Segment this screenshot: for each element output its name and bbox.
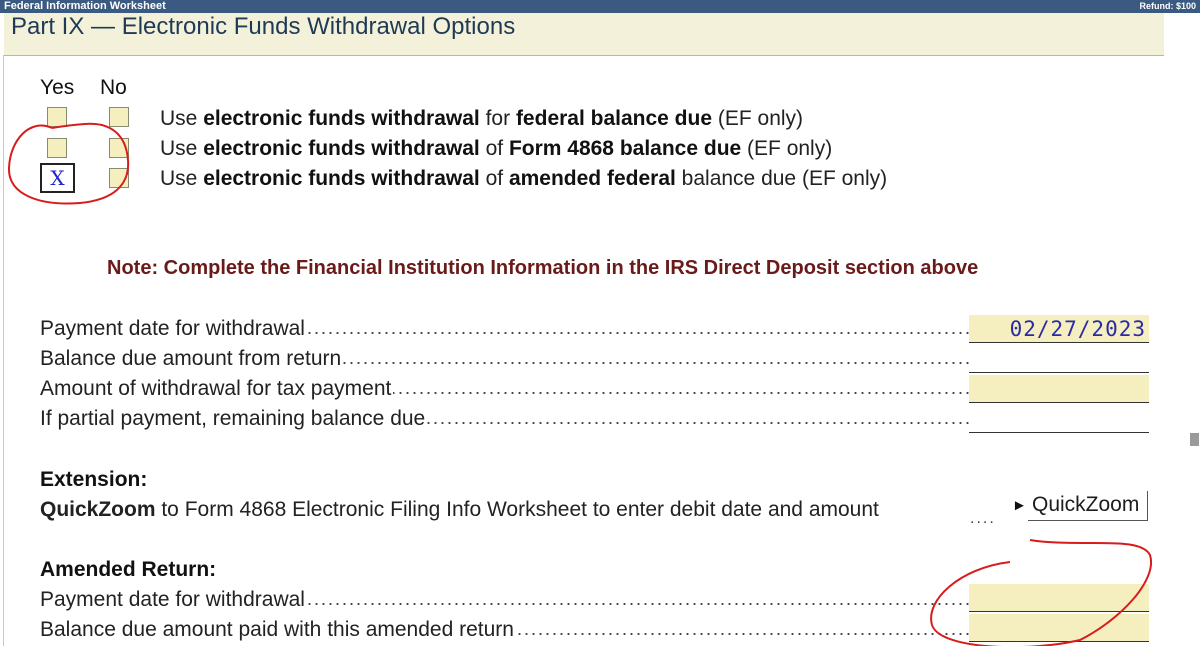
refund-amount: Refund: $100 — [1139, 1, 1196, 11]
payment-date-input[interactable]: 02/27/2023 — [969, 315, 1149, 343]
payment-date-row: Payment date for withdrawal — [40, 317, 970, 345]
window-title: Federal Information Worksheet — [4, 0, 166, 12]
option-text-bold: electronic funds withdrawal — [203, 107, 480, 130]
withdrawal-amount-input[interactable] — [969, 375, 1149, 403]
part-title: Part IX — Electronic Funds Withdrawal Op… — [11, 13, 516, 40]
option-text: Use — [160, 137, 204, 160]
field-label: Amount of withdrawal for tax payment — [40, 377, 394, 400]
option-text: for — [479, 107, 516, 130]
option-1-label: Use electronic funds withdrawal for fede… — [160, 107, 803, 131]
scrollbar-thumb[interactable] — [1190, 433, 1199, 446]
option-2-label: Use electronic funds withdrawal of Form … — [160, 137, 832, 161]
balance-due-row: Balance due amount from return — [40, 347, 970, 375]
field-label: Payment date for withdrawal — [40, 588, 307, 611]
option-text: (EF only) — [712, 107, 804, 130]
field-label: Balance due amount paid with this amende… — [40, 618, 516, 641]
option-text-bold: Form 4868 balance due — [508, 137, 742, 160]
quickzoom-text: to Form 4868 Electronic Filing Info Work… — [155, 498, 879, 521]
amended-balance-row: Balance due amount paid with this amende… — [40, 618, 970, 646]
quickzoom-button[interactable]: QuickZoom — [1028, 491, 1148, 521]
option-text: of — [479, 137, 509, 160]
amended-balance-input[interactable] — [969, 614, 1149, 642]
yes-column-header: Yes — [40, 76, 75, 99]
amended-payment-date-input[interactable] — [969, 584, 1149, 612]
quickzoom-description: QuickZoom to Form 4868 Electronic Filing… — [40, 498, 879, 522]
quickzoom-leader: .... — [970, 510, 996, 527]
option-text-bold: amended federal — [508, 167, 676, 190]
option-3-label: Use electronic funds withdrawal of amend… — [160, 167, 887, 191]
remaining-balance-field — [969, 405, 1149, 433]
option-3-no-checkbox[interactable] — [109, 168, 129, 188]
payment-date-value: 02/27/2023 — [1009, 317, 1146, 341]
title-bar: Federal Information Worksheet Refund: $1… — [0, 0, 1200, 13]
amended-heading: Amended Return: — [40, 558, 217, 581]
amended-payment-date-row: Payment date for withdrawal — [40, 588, 970, 616]
option-text: Use — [160, 167, 204, 190]
part-header: Part IX — Electronic Funds Withdrawal Op… — [4, 13, 1164, 56]
option-text: Use — [160, 107, 204, 130]
option-text: balance due (EF only) — [675, 167, 888, 190]
no-column-header: No — [100, 76, 127, 99]
field-label: Balance due amount from return — [40, 347, 344, 370]
field-label: Payment date for withdrawal — [40, 317, 307, 340]
left-border — [3, 55, 4, 646]
triangle-right-icon: ► — [1012, 497, 1027, 514]
quickzoom-bold: QuickZoom — [40, 498, 156, 521]
remaining-balance-row: If partial payment, remaining balance du… — [40, 407, 970, 435]
option-text: (EF only) — [741, 137, 833, 160]
option-text: of — [479, 167, 509, 190]
option-2-yes-checkbox[interactable] — [47, 138, 67, 158]
option-1-no-checkbox[interactable] — [109, 107, 129, 127]
field-label: If partial payment, remaining balance du… — [40, 407, 428, 430]
note-text: Note: Complete the Financial Institution… — [107, 257, 979, 279]
extension-heading: Extension: — [40, 468, 148, 491]
option-text-bold: electronic funds withdrawal — [203, 137, 480, 160]
option-text-bold: electronic funds withdrawal — [203, 167, 480, 190]
option-1-yes-checkbox[interactable] — [47, 107, 67, 127]
option-3-yes-checkbox[interactable]: X — [40, 163, 75, 193]
option-2-no-checkbox[interactable] — [109, 138, 129, 158]
withdrawal-amount-row: Amount of withdrawal for tax payment — [40, 377, 970, 405]
option-text-bold: federal balance due — [515, 107, 713, 130]
balance-due-field — [969, 345, 1149, 373]
